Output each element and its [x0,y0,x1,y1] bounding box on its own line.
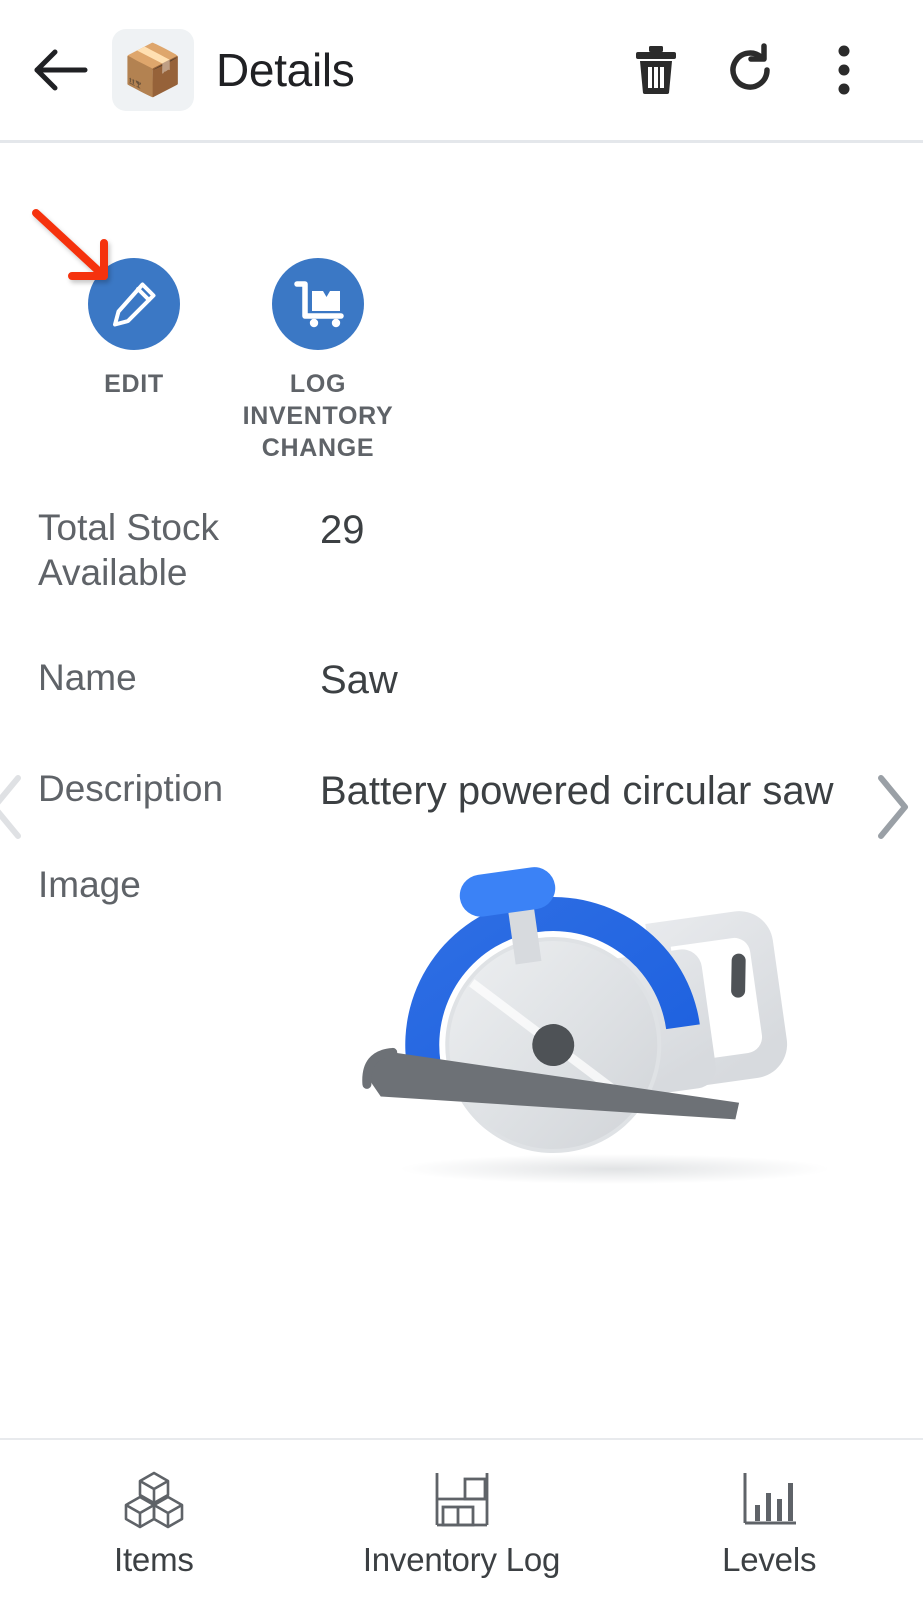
back-button[interactable] [28,37,94,103]
chevron-right-icon [878,775,908,840]
field-label: Image [38,863,141,905]
log-inventory-change-fab[interactable] [272,258,364,350]
tab-label: Levels [722,1541,817,1578]
next-record-button[interactable] [869,772,913,842]
edit-fab[interactable] [88,258,180,350]
field-row-total-stock: Total Stock Available 29 [0,505,923,595]
item-type-icon-tile: 📦 [112,29,194,111]
log-inventory-change-action-button[interactable]: LOG INVENTORY CHANGE [226,258,410,464]
shelf-rack-icon [435,1473,488,1527]
delete-button[interactable] [623,37,689,103]
field-label: Name [38,657,137,699]
field-value: 29 [320,508,365,552]
app-bar: 📦 Details [0,0,923,143]
field-value: Battery powered circular saw [320,769,834,814]
app-bar-actions [623,37,923,103]
tab-inventory-log[interactable]: Inventory Log [308,1461,616,1579]
refresh-button[interactable] [717,37,783,103]
edit-action-label: EDIT [104,370,164,398]
edit-action-button[interactable]: EDIT [42,258,226,400]
field-list: Total Stock Available 29 Name Saw Descri… [0,505,923,1184]
tab-label: Inventory Log [362,1541,561,1578]
refresh-icon [730,43,770,90]
tab-items[interactable]: Items [0,1461,308,1579]
tab-label: Items [113,1541,194,1578]
field-value: Saw [320,658,398,703]
back-arrow-icon [34,49,88,91]
bottom-navigation: Items Inventory Log Levels [0,1440,923,1600]
more-options-button[interactable] [811,37,877,103]
log-inventory-change-action-label: LOG INVENTORY CHANGE [242,370,394,462]
quick-actions: EDIT LOG INVENTORY CHANGE [0,258,923,464]
chevron-left-icon [0,775,21,840]
bar-chart-icon [743,1473,797,1525]
package-box-emoji: 📦 [121,42,185,98]
field-label: Description [38,768,224,810]
page-title: Details [216,44,355,96]
hand-truck-box-icon [294,281,344,328]
trash-icon [636,46,676,95]
field-label: Total Stock Available [38,507,219,594]
circular-saw-illustration [362,866,830,1184]
field-row-image: Image [0,862,923,1184]
tab-levels[interactable]: Levels [615,1461,923,1579]
cubes-icon [124,1471,184,1529]
more-vertical-icon [838,45,850,95]
item-image [330,852,890,1192]
previous-record-button[interactable] [0,772,30,842]
field-row-name: Name Saw [0,655,923,706]
pencil-icon [113,282,156,327]
details-screen: 📦 Details EDIT LOG INVENTORY CHANGE Tota… [0,0,923,1600]
field-row-description: Description Battery powered circular saw [0,766,923,840]
